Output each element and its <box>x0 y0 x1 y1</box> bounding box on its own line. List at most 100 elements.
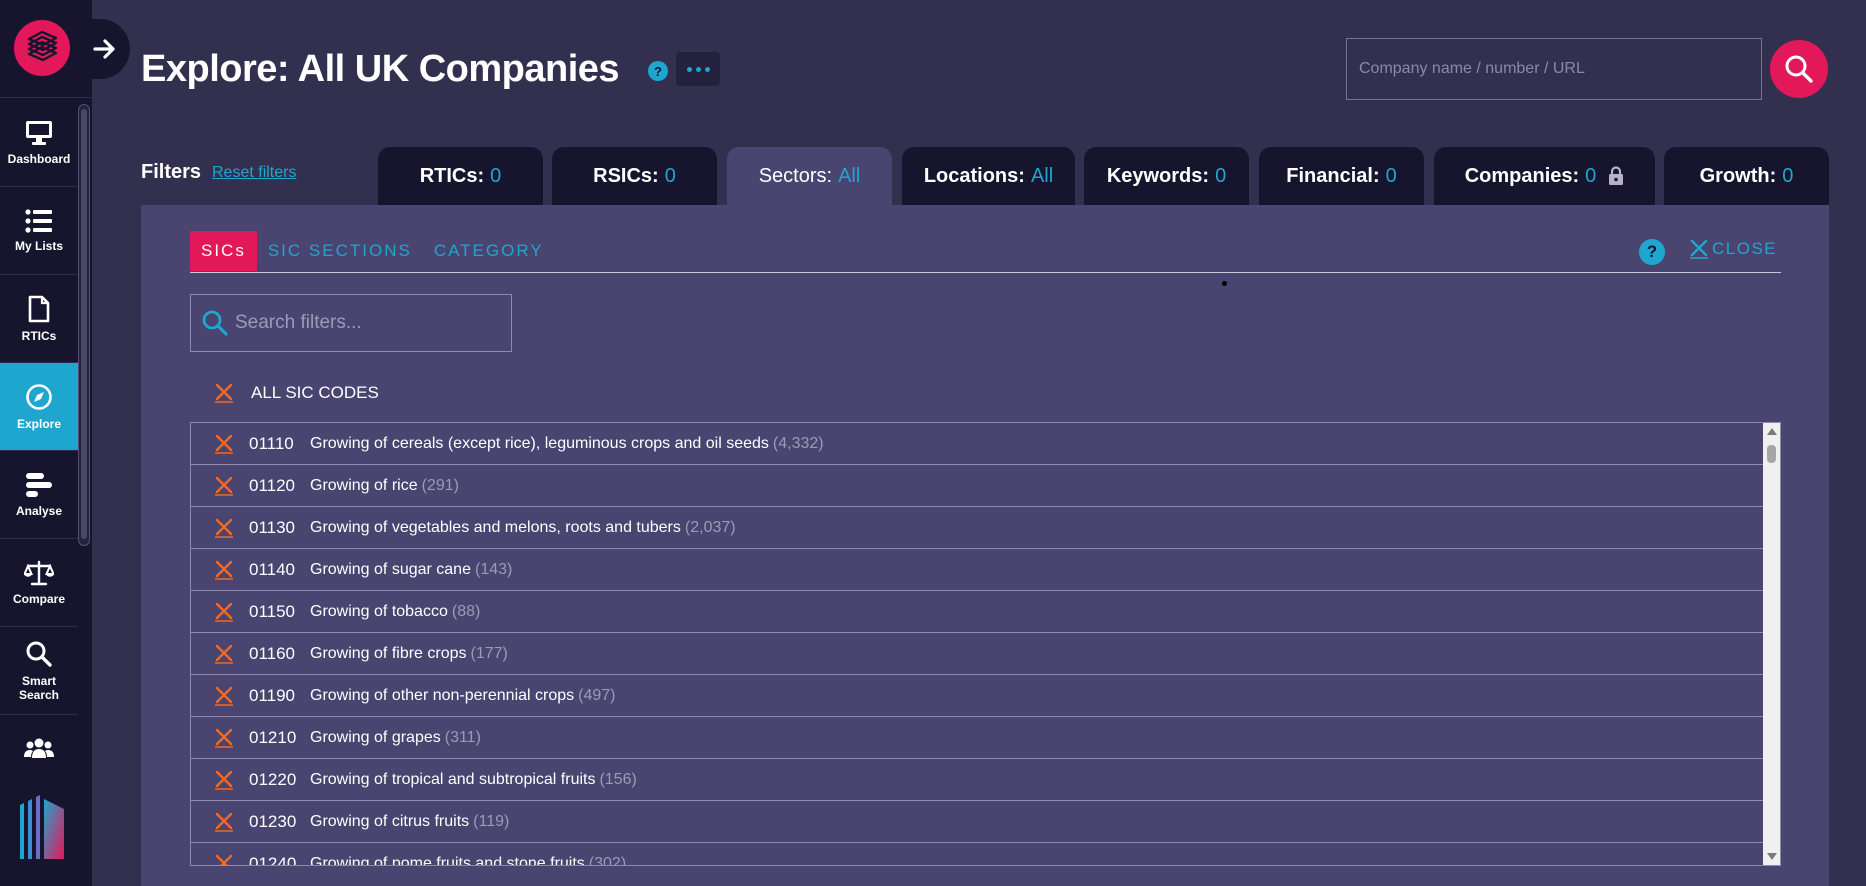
list-icon <box>25 208 52 233</box>
list-item[interactable]: 01190 Growing of other non-perennial crop… <box>191 675 1764 717</box>
list-scrollbar-thumb[interactable] <box>1767 445 1776 463</box>
sub-tab-sics[interactable]: SICs <box>190 231 257 271</box>
tab-label: Growth: <box>1699 164 1777 187</box>
tab-sectors[interactable]: Sectors: All <box>727 147 892 205</box>
tab-rtics[interactable]: RTICs: 0 <box>378 147 543 205</box>
cross-icon[interactable] <box>215 812 237 832</box>
sidebar-item-explore[interactable]: Explore <box>0 363 78 451</box>
search-button[interactable] <box>1770 40 1828 98</box>
cross-icon[interactable] <box>215 770 237 790</box>
list-item[interactable]: 01160 Growing of fibre crops (177) <box>191 633 1764 675</box>
list-item[interactable]: 01240 Growing of pome fruits and stone fr… <box>191 843 1764 866</box>
tab-value: 0 <box>1782 164 1794 187</box>
tab-companies[interactable]: Companies: 0 <box>1434 147 1655 205</box>
all-sic-codes-toggle[interactable]: ALL SIC CODES <box>215 383 379 403</box>
list-item[interactable]: 01220 Growing of tropical and subtropical… <box>191 759 1764 801</box>
list-item[interactable]: 01150 Growing of tobacco (88) <box>191 591 1764 633</box>
cross-icon[interactable] <box>215 644 237 664</box>
panel-help-icon[interactable]: ? <box>1639 239 1665 265</box>
sub-tab-sic-sections[interactable]: SIC SECTIONS <box>257 231 423 271</box>
tab-value: All <box>1030 164 1054 187</box>
more-options-button[interactable] <box>676 52 720 86</box>
sidebar-item-smart-search[interactable]: Smart Search <box>0 627 78 715</box>
sic-code: 01140 <box>249 559 296 579</box>
list-item[interactable]: 01130 Growing of vegetables and melons, r… <box>191 507 1764 549</box>
cross-icon[interactable] <box>215 476 237 496</box>
list-scrollbar[interactable] <box>1763 423 1780 865</box>
compass-icon <box>26 383 52 410</box>
lock-icon <box>1609 166 1624 185</box>
sic-name: Growing of fibre crops <box>310 644 467 662</box>
sub-tab-category[interactable]: CATEGORY <box>423 231 555 271</box>
tab-label: RTICs: <box>419 164 485 187</box>
sidebar-item-team[interactable] <box>0 715 78 781</box>
sic-count: (2,037) <box>684 518 736 536</box>
sidebar-item-analyse[interactable]: Analyse <box>0 451 78 539</box>
sidebar-item-compare[interactable]: Compare <box>0 539 78 627</box>
list-item[interactable]: 01110 Growing of cereals (except rice), l… <box>191 423 1764 465</box>
magnifier-icon <box>26 641 52 667</box>
sidebar-scrollbar-thumb[interactable] <box>81 109 87 539</box>
tab-financial[interactable]: Financial: 0 <box>1259 147 1424 205</box>
cross-icon[interactable] <box>215 854 237 865</box>
tab-growth[interactable]: Growth: 0 <box>1664 147 1829 205</box>
tab-label: Financial: <box>1286 164 1380 187</box>
tab-locations[interactable]: Locations: All <box>902 147 1075 205</box>
tab-label: RSICs: <box>593 164 659 187</box>
tab-keywords[interactable]: Keywords: 0 <box>1084 147 1249 205</box>
sic-name: Growing of sugar cane <box>310 560 471 578</box>
sic-rows-container: 01110 Growing of cereals (except rice), l… <box>191 423 1764 866</box>
sic-name: Growing of citrus fruits <box>310 812 470 830</box>
sic-count: (302) <box>588 854 627 866</box>
filter-search-input[interactable] <box>235 312 505 334</box>
sic-code: 01160 <box>249 643 296 663</box>
cross-icon[interactable] <box>215 728 237 748</box>
filter-search-box[interactable] <box>190 294 512 352</box>
cross-icon[interactable] <box>215 686 237 706</box>
scroll-up-icon[interactable] <box>1767 428 1777 435</box>
cross-icon[interactable] <box>215 602 237 622</box>
sic-count: (291) <box>421 476 459 494</box>
list-item[interactable]: 01140 Growing of sugar cane (143) <box>191 549 1764 591</box>
sidebar-item-label: Compare <box>12 591 65 606</box>
cross-icon <box>215 383 233 403</box>
sic-code: 01110 <box>249 433 294 453</box>
sic-code: 01230 <box>249 811 297 831</box>
sidebar-scrollbar[interactable] <box>78 104 90 546</box>
tab-value: All <box>838 164 861 187</box>
list-item[interactable]: 01210 Growing of grapes (311) <box>191 717 1764 759</box>
sic-count: (143) <box>474 560 513 578</box>
sidebar-item-rtics[interactable]: RTICs <box>0 275 78 363</box>
list-item[interactable]: 01230 Growing of citrus fruits (119) <box>191 801 1764 843</box>
close-panel-button[interactable]: CLOSE <box>1690 239 1777 259</box>
sidebar-item-my-lists[interactable]: My Lists <box>0 187 78 275</box>
tab-value: 0 <box>1215 164 1227 187</box>
logo-area <box>0 0 92 98</box>
sidebar-item-dashboard[interactable]: Dashboard <box>0 99 78 187</box>
sic-count: (497) <box>578 686 616 704</box>
sic-count: (4,332) <box>772 434 824 452</box>
tab-rsics[interactable]: RSICs: 0 <box>552 147 717 205</box>
scales-icon <box>24 560 54 585</box>
app-logo[interactable] <box>14 20 70 76</box>
reset-filters-link[interactable]: Reset filters <box>212 164 296 182</box>
filters-label: Filters <box>141 161 202 183</box>
users-icon <box>24 738 54 758</box>
cross-icon[interactable] <box>215 518 237 538</box>
tab-label: Sectors: <box>758 164 833 187</box>
sidebar-item-label: Dashboard <box>7 151 71 166</box>
list-item[interactable]: 01120 Growing of rice (291) <box>191 465 1764 507</box>
sic-code: 01190 <box>249 685 296 705</box>
document-icon <box>28 295 50 322</box>
expand-sidebar-button[interactable] <box>80 19 130 79</box>
dot-icon <box>704 66 710 72</box>
sic-name: Growing of grapes <box>310 728 441 746</box>
cross-icon[interactable] <box>215 560 237 580</box>
sic-count: (177) <box>470 644 508 662</box>
sic-count: (156) <box>599 770 637 788</box>
cross-icon[interactable] <box>215 434 237 454</box>
company-search-input[interactable] <box>1346 38 1762 100</box>
help-icon[interactable]: ? <box>648 61 668 81</box>
close-label: CLOSE <box>1712 239 1778 258</box>
scroll-down-icon[interactable] <box>1767 853 1777 860</box>
